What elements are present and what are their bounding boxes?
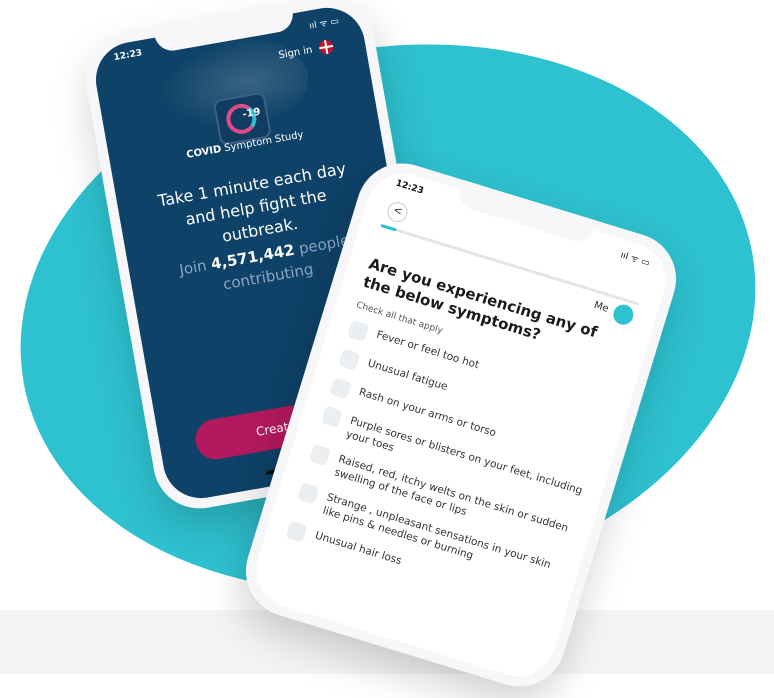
back-button[interactable]: < bbox=[384, 199, 410, 225]
profile-label: Me bbox=[592, 299, 610, 315]
avatar-icon[interactable] bbox=[610, 302, 636, 328]
status-time: 12:23 bbox=[113, 48, 143, 64]
checkbox[interactable] bbox=[346, 319, 370, 343]
join-prefix: Join bbox=[177, 256, 208, 279]
status-icons: ııl ᯤ ▭ bbox=[619, 250, 651, 269]
logo-number: -19 bbox=[241, 106, 262, 121]
checkbox[interactable] bbox=[329, 376, 352, 400]
checkbox[interactable] bbox=[308, 443, 332, 467]
checkbox[interactable] bbox=[297, 482, 320, 505]
uk-flag-icon[interactable] bbox=[318, 38, 335, 56]
status-time: 12:23 bbox=[394, 178, 425, 197]
progress-fill bbox=[380, 223, 397, 232]
status-icons: ııl ᯤ ▭ bbox=[308, 16, 340, 32]
app-name-bold: COVID bbox=[185, 143, 223, 161]
sign-in-link[interactable]: Sign in bbox=[277, 38, 335, 62]
symptom-options: Fever or feel too hot Unusual fatigue Ra… bbox=[282, 319, 616, 630]
checkbox[interactable] bbox=[338, 348, 361, 371]
sign-in-label: Sign in bbox=[277, 44, 314, 62]
checkbox[interactable] bbox=[285, 520, 308, 543]
checkbox[interactable] bbox=[320, 405, 343, 429]
